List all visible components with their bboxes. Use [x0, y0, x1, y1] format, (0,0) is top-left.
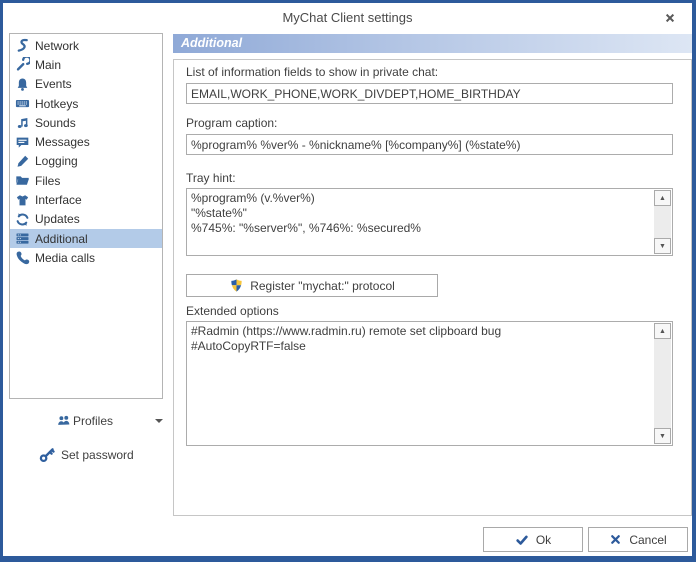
sidebar-item-additional[interactable]: Additional: [10, 229, 162, 248]
sidebar-item-label: Main: [35, 58, 61, 72]
chevron-down-icon[interactable]: [155, 419, 163, 423]
list-icon: [14, 231, 31, 247]
sidebar-item-label: Messages: [35, 135, 90, 149]
sidebar-item-label: Media calls: [35, 251, 95, 265]
scroll-up-icon[interactable]: ▲: [654, 190, 671, 206]
sidebar-item-label: Updates: [35, 212, 80, 226]
sidebar-item-hotkeys[interactable]: Hotkeys: [10, 94, 162, 113]
set-password-button[interactable]: Set password: [39, 445, 134, 465]
scroll-down-icon[interactable]: ▼: [654, 428, 671, 444]
tray-hint-text: %program% (v.%ver%) "%state%" %745%: "%s…: [191, 191, 652, 253]
program-caption-label: Program caption:: [186, 116, 277, 130]
profiles-label: Profiles: [73, 414, 113, 428]
scroll-up-icon[interactable]: ▲: [654, 323, 671, 339]
sidebar-item-label: Network: [35, 39, 79, 53]
ok-label: Ok: [536, 533, 551, 547]
speech-bubble-icon: [14, 134, 31, 150]
sidebar-item-label: Interface: [35, 193, 82, 207]
cancel-label: Cancel: [629, 533, 666, 547]
key-icon: [39, 447, 55, 463]
phone-icon: [14, 250, 31, 266]
sidebar-item-media-calls[interactable]: Media calls: [10, 248, 162, 267]
sidebar-item-logging[interactable]: Logging: [10, 152, 162, 171]
close-icon[interactable]: [660, 9, 680, 27]
refresh-icon: [14, 211, 31, 227]
x-icon: [609, 533, 622, 546]
check-icon: [515, 533, 529, 547]
wrench-icon: [14, 57, 31, 73]
extended-options-text: #Radmin (https://www.radmin.ru) remote s…: [191, 324, 652, 443]
tshirt-icon: [14, 192, 31, 208]
sidebar-item-events[interactable]: Events: [10, 75, 162, 94]
sidebar-item-messages[interactable]: Messages: [10, 132, 162, 151]
sidebar-item-updates[interactable]: Updates: [10, 210, 162, 229]
pencil-icon: [14, 153, 31, 169]
sidebar-item-label: Additional: [35, 232, 88, 246]
bell-icon: [14, 76, 31, 92]
sidebar-item-network[interactable]: Network: [10, 36, 162, 55]
extended-options-scrollbar[interactable]: ▲ ▼: [654, 323, 671, 444]
sidebar-item-files[interactable]: Files: [10, 171, 162, 190]
tray-hint-textarea[interactable]: %program% (v.%ver%) "%state%" %745%: "%s…: [186, 188, 673, 256]
cancel-button[interactable]: Cancel: [588, 527, 688, 552]
register-protocol-button[interactable]: Register "mychat:" protocol: [186, 274, 438, 297]
sidebar-item-label: Events: [35, 77, 72, 91]
extended-options-label: Extended options: [186, 304, 279, 318]
title-bar: MyChat Client settings: [3, 3, 692, 31]
set-password-label: Set password: [61, 448, 134, 462]
extended-options-textarea[interactable]: #Radmin (https://www.radmin.ru) remote s…: [186, 321, 673, 446]
profiles-icon: [57, 414, 71, 428]
page-title: Additional: [173, 34, 692, 53]
sidebar-item-label: Sounds: [35, 116, 76, 130]
network-icon: [14, 38, 31, 54]
window-title: MyChat Client settings: [3, 10, 692, 25]
music-note-icon: [14, 115, 31, 131]
info-fields-input[interactable]: [186, 83, 673, 104]
sidebar-item-interface[interactable]: Interface: [10, 190, 162, 209]
keyboard-icon: [14, 96, 31, 112]
folder-icon: [14, 173, 31, 189]
uac-shield-icon: [229, 278, 244, 293]
register-protocol-label: Register "mychat:" protocol: [250, 279, 395, 293]
program-caption-input[interactable]: [186, 134, 673, 155]
sidebar-item-label: Logging: [35, 154, 78, 168]
sidebar-item-sounds[interactable]: Sounds: [10, 113, 162, 132]
settings-category-list: Network Main Events Hotkeys Sounds: [9, 33, 163, 399]
sidebar-item-label: Files: [35, 174, 60, 188]
sidebar-item-main[interactable]: Main: [10, 55, 162, 74]
scroll-down-icon[interactable]: ▼: [654, 238, 671, 254]
tray-hint-label: Tray hint:: [186, 171, 236, 185]
info-fields-label: List of information fields to show in pr…: [186, 65, 438, 79]
ok-button[interactable]: Ok: [483, 527, 583, 552]
sidebar-item-label: Hotkeys: [35, 97, 78, 111]
tray-hint-scrollbar[interactable]: ▲ ▼: [654, 190, 671, 254]
profiles-button[interactable]: Profiles: [29, 411, 165, 431]
settings-window: MyChat Client settings Network Main Even…: [0, 0, 696, 562]
